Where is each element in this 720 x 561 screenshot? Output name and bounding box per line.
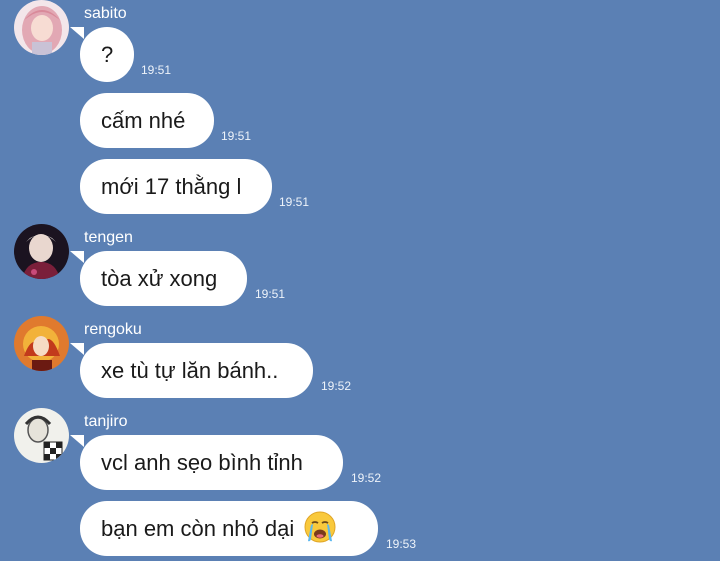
message-bubble[interactable]: cấm nhé	[80, 93, 214, 148]
message-bubble[interactable]: vcl anh sẹo bình tỉnh	[70, 435, 343, 490]
message-text: bạn em còn nhỏ dại	[101, 516, 295, 541]
message-timestamp: 19:52	[321, 379, 352, 393]
crying-face-icon	[304, 511, 336, 543]
avatar-dark-portrait-icon	[14, 224, 69, 279]
message-text: cấm nhé	[101, 108, 186, 133]
message-timestamp: 19:51	[279, 195, 310, 209]
message-bubble[interactable]: ?	[70, 27, 134, 82]
avatar-tanjiro[interactable]	[14, 408, 69, 463]
message-bubble[interactable]: bạn em còn nhỏ dại	[80, 501, 378, 556]
message-timestamp: 19:52	[351, 471, 382, 485]
message-bubble[interactable]: mới 17 thằng l	[80, 159, 272, 214]
message-text: tòa xử xong	[101, 266, 218, 291]
avatar-flame-icon	[14, 316, 69, 371]
sender-name: rengoku	[84, 321, 142, 338]
message-text: vcl anh sẹo bình tỉnh	[101, 450, 303, 475]
message-text: xe tù tự lăn bánh..	[101, 358, 279, 383]
sender-name: tanjiro	[84, 413, 128, 430]
message-timestamp: 19:51	[141, 63, 172, 77]
message-text: ?	[101, 42, 114, 67]
message-text: mới 17 thằng l	[101, 174, 242, 199]
message-timestamp: 19:53	[386, 537, 417, 551]
avatar-pink-hair-icon	[14, 0, 69, 55]
message-bubble[interactable]: xe tù tự lăn bánh..	[70, 343, 313, 398]
sender-name: tengen	[84, 229, 133, 246]
avatar-rengoku[interactable]	[14, 316, 69, 371]
message-timestamp: 19:51	[221, 129, 252, 143]
sender-name: sabito	[84, 5, 127, 22]
message-bubble[interactable]: tòa xử xong	[70, 251, 247, 306]
avatar-tengen[interactable]	[14, 224, 69, 279]
avatar-sketch-icon	[14, 408, 69, 463]
message-timestamp: 19:51	[255, 287, 286, 301]
avatar-sabito[interactable]	[14, 0, 69, 55]
